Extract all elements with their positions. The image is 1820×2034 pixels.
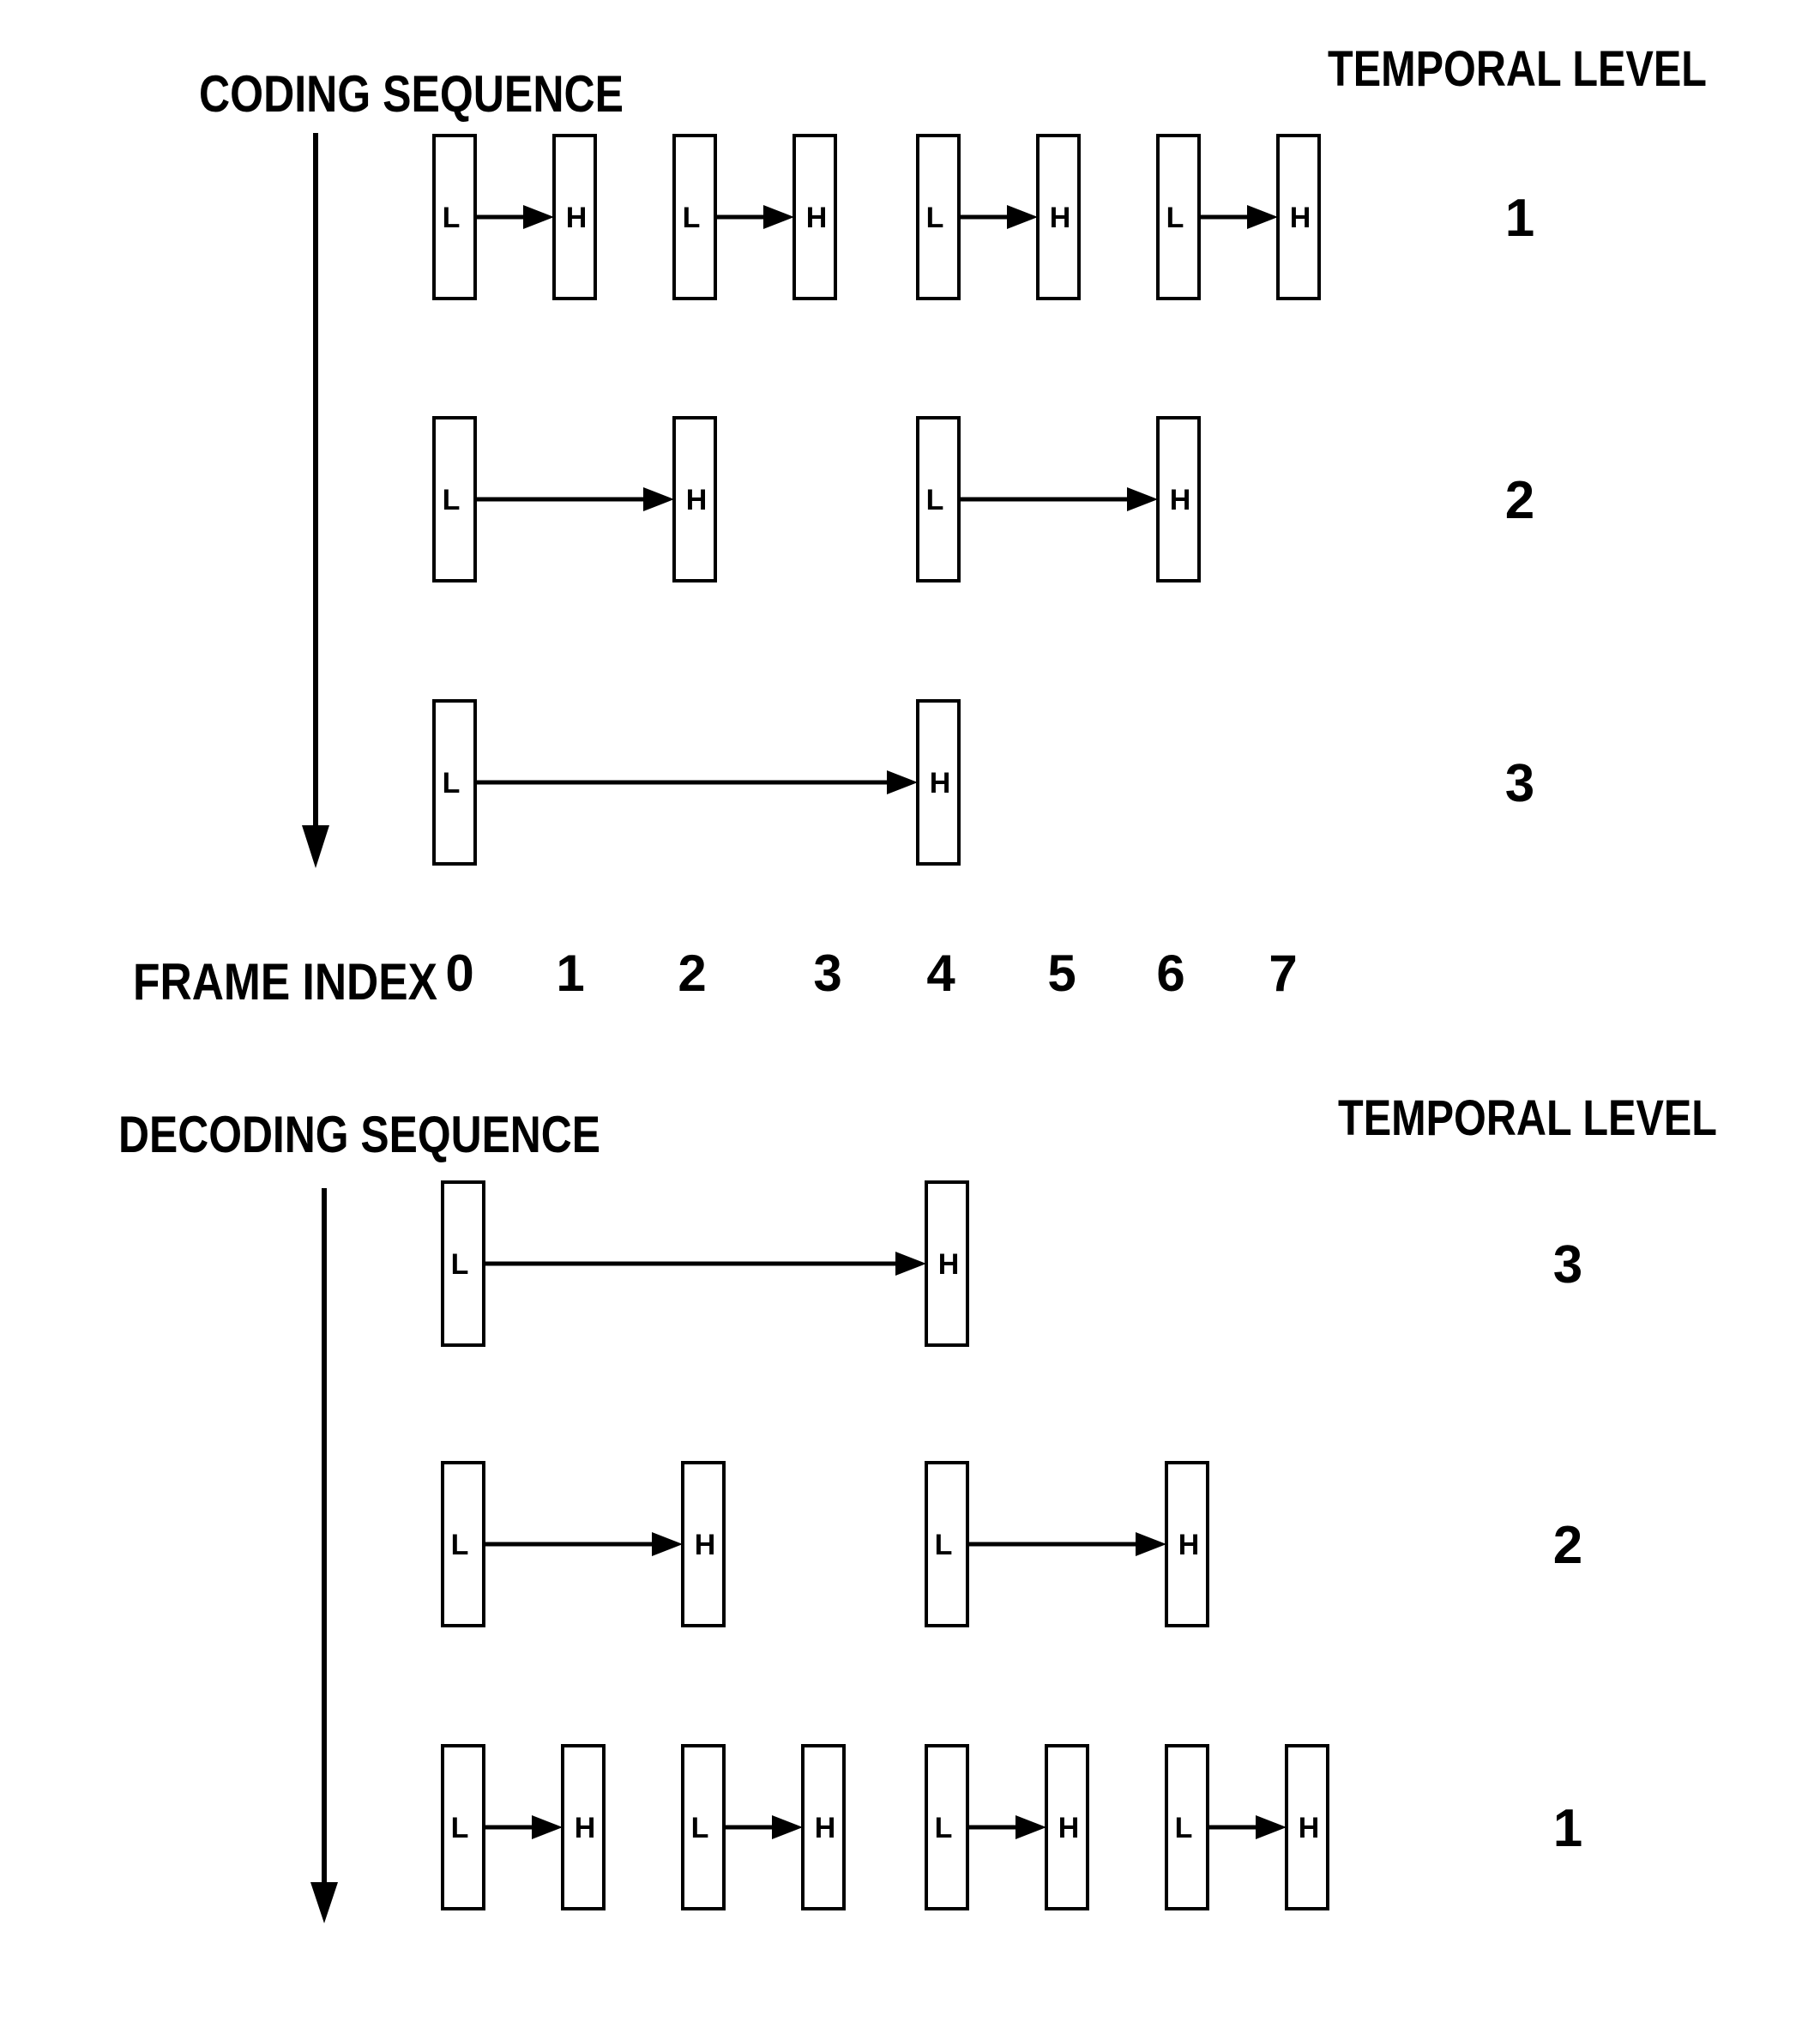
frame-pair: LH: [925, 1744, 1089, 1910]
low-frame-label: L: [443, 202, 461, 234]
frame-index-value: 3: [813, 945, 841, 1002]
frame-pair: LH: [441, 1180, 969, 1347]
arrow-head-icon: [1127, 487, 1158, 511]
low-frame-label: L: [443, 484, 461, 516]
arrow-head-icon: [652, 1532, 683, 1556]
low-frame-label: L: [926, 484, 944, 516]
low-frame-label: L: [451, 1529, 469, 1561]
frame-index-value: 1: [556, 945, 584, 1002]
temporal-level-value: 3: [1553, 1235, 1582, 1295]
low-frame-label: L: [451, 1248, 469, 1281]
decoding-row-level-2: LHLH2: [441, 1461, 1582, 1627]
frame-index-value: 5: [1047, 945, 1076, 1002]
decoding-row-level-3: LH3: [441, 1180, 1582, 1347]
low-frame-label: L: [935, 1812, 953, 1844]
coding-rows: L H L H L H L H 1L H L H 2L H 3: [432, 134, 1534, 866]
high-frame-label: H: [806, 202, 828, 234]
frame-index-value: 2: [678, 945, 706, 1002]
high-frame-label: H: [1170, 484, 1191, 516]
frame-pair: LH: [925, 1461, 1209, 1627]
frame-index-value: 0: [445, 945, 473, 1002]
frame-pair: LH: [672, 134, 837, 300]
frame-pair: LH: [432, 134, 597, 300]
frame-pair: LH: [441, 1744, 606, 1910]
coding-row-level-3: LH3: [432, 699, 1534, 866]
arrow-head-icon: [532, 1815, 563, 1839]
decoding-row-level-1: LHLHLHLH1: [441, 1744, 1582, 1910]
coding-row-level-2: LHLH2: [432, 416, 1534, 582]
low-frame-label: L: [683, 202, 701, 234]
arrow-head-icon: [887, 770, 918, 794]
low-frame-label: L: [443, 767, 461, 800]
temporal-level-value: 1: [1505, 189, 1534, 248]
low-frame-label: L: [926, 202, 944, 234]
high-frame-label: H: [1178, 1529, 1200, 1561]
low-frame-label: L: [451, 1812, 469, 1844]
arrow-head-icon: [523, 205, 554, 229]
high-frame-label: H: [686, 484, 708, 516]
frame-pair: LH: [681, 1744, 846, 1910]
frame-index-value: 4: [926, 945, 955, 1002]
frame-pair: LH: [1165, 1744, 1329, 1910]
decoding-rows: L H 3L H L H 2L H L H L H L H 1: [441, 1180, 1582, 1910]
temporal-level-value: 2: [1553, 1516, 1582, 1575]
arrow-head-icon: [895, 1252, 926, 1276]
low-frame-label: L: [1175, 1812, 1193, 1844]
high-frame-label: H: [1290, 202, 1311, 234]
temporal-level-value: 3: [1505, 754, 1534, 813]
frame-index-value: 7: [1269, 945, 1297, 1002]
high-frame-label: H: [1050, 202, 1071, 234]
frame-index-values: 0 1 2 3 4 5 6 7: [445, 945, 1297, 1002]
arrow-head-icon: [1256, 1815, 1287, 1839]
frame-pair: LH: [1156, 134, 1321, 300]
high-frame-label: H: [938, 1248, 960, 1281]
high-frame-label: H: [566, 202, 588, 234]
frame-pair: LH: [432, 416, 717, 582]
temporal-level-value: 1: [1553, 1799, 1582, 1858]
arrow-head-icon: [763, 205, 794, 229]
decoding-temporal-level-header: TEMPORAL LEVEL: [1338, 1090, 1717, 1146]
high-frame-label: H: [695, 1529, 716, 1561]
frame-pair: LH: [916, 134, 1081, 300]
coding-sequence-arrow-icon: [302, 133, 329, 868]
coding-sequence-title: CODING SEQUENCE: [199, 65, 624, 123]
temporal-decomposition-diagram: CODING SEQUENCE TEMPORAL LEVEL LHLHLHLH1…: [118, 41, 1717, 1923]
arrow-head-icon: [1007, 205, 1038, 229]
frame-pair: LH: [916, 416, 1201, 582]
arrow-head-icon: [1015, 1815, 1046, 1839]
high-frame-label: H: [1299, 1812, 1320, 1844]
frame-pair: LH: [432, 699, 961, 866]
arrow-head-icon: [772, 1815, 803, 1839]
coding-temporal-level-header: TEMPORAL LEVEL: [1328, 41, 1707, 97]
arrow-head-icon: [1136, 1532, 1166, 1556]
decoding-sequence-title: DECODING SEQUENCE: [118, 1106, 600, 1163]
temporal-level-value: 2: [1505, 471, 1534, 530]
high-frame-label: H: [815, 1812, 836, 1844]
high-frame-label: H: [1058, 1812, 1080, 1844]
arrow-head-icon: [643, 487, 674, 511]
low-frame-label: L: [935, 1529, 953, 1561]
high-frame-label: H: [575, 1812, 596, 1844]
high-frame-label: H: [930, 767, 951, 800]
arrow-head-icon: [1247, 205, 1278, 229]
decoding-sequence-arrow-icon: [310, 1188, 338, 1923]
frame-index-value: 6: [1156, 945, 1184, 1002]
frame-index-label: FRAME INDEX: [133, 953, 437, 1011]
low-frame-label: L: [1166, 202, 1184, 234]
coding-row-level-1: LHLHLHLH1: [432, 134, 1534, 300]
low-frame-label: L: [691, 1812, 709, 1844]
frame-pair: LH: [441, 1461, 726, 1627]
